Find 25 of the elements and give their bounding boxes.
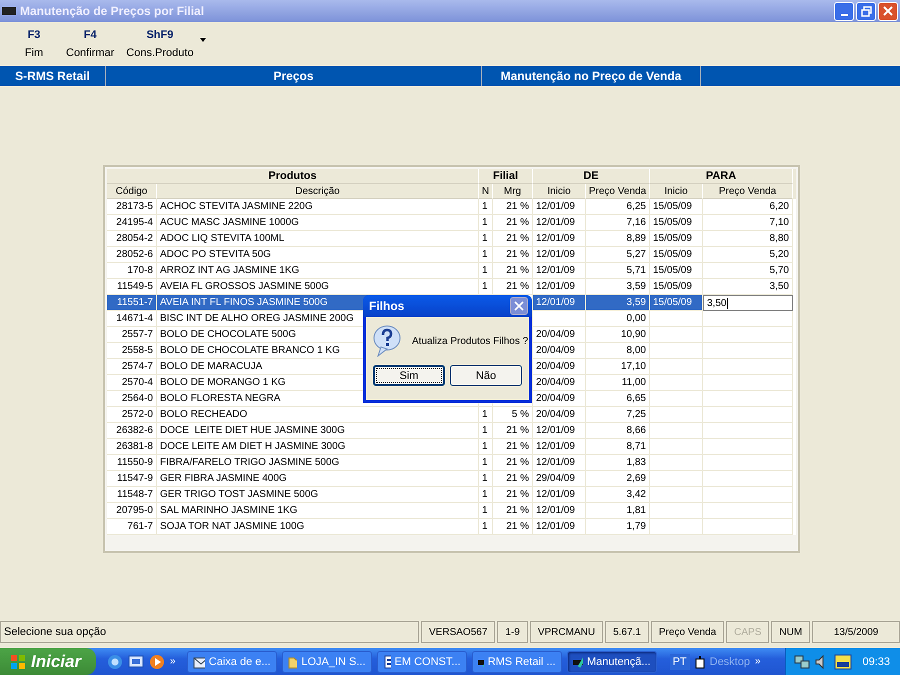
section-label: Preços xyxy=(106,66,482,86)
status-cell: CAPS xyxy=(726,621,770,643)
clock: 09:33 xyxy=(862,656,890,668)
status-cell: 5.67.1 xyxy=(605,621,649,643)
status-cell: NUM xyxy=(771,621,810,643)
status-cell: Preço Venda xyxy=(650,621,724,643)
status-message: Selecione sua opção xyxy=(0,621,420,643)
table-cell: 761-7 xyxy=(107,519,157,535)
table-cell: 1 xyxy=(479,519,493,535)
table-cell: SOJA TOR NAT JASMINE 100G xyxy=(157,519,479,535)
status-cell: 1-9 xyxy=(497,621,528,643)
table-cell: 12/01/09 xyxy=(533,295,586,311)
status-cell: VPRCMANU xyxy=(530,621,604,643)
status-cell: VERSAO567 xyxy=(421,621,496,643)
table-cell: 1,79 xyxy=(586,519,650,535)
dialog-title: Filhos xyxy=(369,299,404,313)
section-label: S-RMS Retail xyxy=(0,66,106,86)
table-cell: 12/01/09 xyxy=(533,519,586,535)
section-label: Manutenção no Preço de Venda xyxy=(482,66,701,86)
table-cell: 21 % xyxy=(493,519,533,535)
table-cell: 3,59 xyxy=(586,295,650,311)
table-cell: 15/05/09 xyxy=(650,295,703,311)
status-cell: 13/5/2009 xyxy=(812,621,900,643)
table-cell: 11551-7 xyxy=(107,295,157,311)
window-title: Manutenção de Preços por Filial xyxy=(20,4,206,18)
